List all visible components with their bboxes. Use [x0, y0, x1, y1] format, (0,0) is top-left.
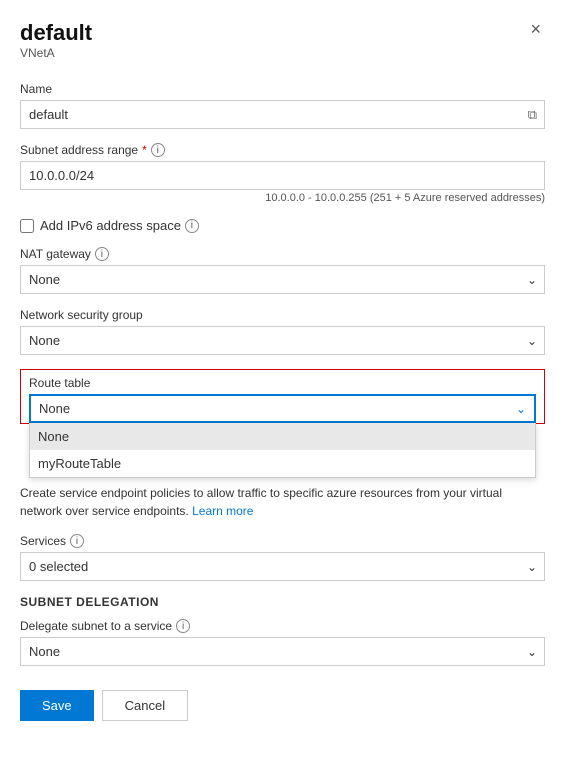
nat-gateway-select-wrapper: None ⌄ [20, 265, 545, 294]
route-table-dropdown-input[interactable]: None ⌄ [29, 394, 536, 423]
ipv6-info-icon[interactable]: i [185, 219, 199, 233]
route-table-chevron-icon: ⌄ [516, 402, 526, 416]
services-label-text: Services [20, 534, 66, 548]
delegate-info-icon[interactable]: i [176, 619, 190, 633]
learn-more-link[interactable]: Learn more [192, 504, 253, 518]
close-button[interactable]: × [526, 20, 545, 38]
delegate-label-text: Delegate subnet to a service [20, 619, 172, 633]
subnet-address-input[interactable] [20, 161, 545, 190]
name-field-group: Name ⧉ [20, 82, 545, 129]
nsg-field-group: Network security group None ⌄ [20, 308, 545, 355]
name-input-wrapper: ⧉ [20, 100, 545, 129]
footer-buttons: Save Cancel [20, 690, 545, 721]
service-endpoints-info: Create service endpoint policies to allo… [20, 484, 545, 520]
subnet-address-label: Subnet address range * i [20, 143, 545, 157]
route-table-section: Route table None ⌄ None myRouteTable [20, 369, 545, 424]
nat-gateway-field-group: NAT gateway i None ⌄ [20, 247, 545, 294]
route-table-selected-value: None [39, 401, 516, 416]
route-table-option-none[interactable]: None [30, 423, 535, 450]
panel-title: default [20, 20, 92, 46]
edit-subnet-panel: default VNetA × Name ⧉ Subnet address ra… [0, 0, 565, 781]
services-select[interactable]: 0 selected [20, 552, 545, 581]
subnet-delegation-heading: SUBNET DELEGATION [20, 595, 545, 609]
ipv6-checkbox-label: Add IPv6 address space i [40, 218, 199, 233]
route-table-label: Route table [29, 376, 536, 390]
services-select-wrapper: 0 selected ⌄ [20, 552, 545, 581]
nat-gateway-select[interactable]: None [20, 265, 545, 294]
nsg-select-wrapper: None ⌄ [20, 326, 545, 355]
subnet-address-field-group: Subnet address range * i 10.0.0.0 - 10.0… [20, 143, 545, 204]
copy-icon[interactable]: ⧉ [528, 107, 537, 123]
save-button[interactable]: Save [20, 690, 94, 721]
services-field-group: Services i 0 selected ⌄ [20, 534, 545, 581]
service-endpoints-text: Create service endpoint policies to allo… [20, 486, 502, 518]
subnet-address-hint: 10.0.0.0 - 10.0.0.255 (251 + 5 Azure res… [20, 192, 545, 204]
services-info-icon[interactable]: i [70, 534, 84, 548]
route-table-dropdown-wrapper: None ⌄ None myRouteTable [29, 394, 536, 423]
nsg-label: Network security group [20, 308, 545, 322]
nat-gateway-label: NAT gateway i [20, 247, 545, 261]
nat-gateway-label-text: NAT gateway [20, 247, 91, 261]
delegate-select-wrapper: None ⌄ [20, 637, 545, 666]
cancel-button[interactable]: Cancel [102, 690, 188, 721]
name-input[interactable] [20, 100, 545, 129]
services-label: Services i [20, 534, 545, 548]
nat-gateway-info-icon[interactable]: i [95, 247, 109, 261]
panel-title-group: default VNetA [20, 20, 92, 78]
subnet-delegation-section: SUBNET DELEGATION Delegate subnet to a s… [20, 595, 545, 666]
subnet-address-info-icon[interactable]: i [151, 143, 165, 157]
name-label: Name [20, 82, 545, 96]
route-table-option-myroutable[interactable]: myRouteTable [30, 450, 535, 477]
panel-subtitle: VNetA [20, 46, 92, 60]
ipv6-checkbox-row: Add IPv6 address space i [20, 218, 545, 233]
delegate-select[interactable]: None [20, 637, 545, 666]
nsg-select[interactable]: None [20, 326, 545, 355]
subnet-address-label-text: Subnet address range [20, 143, 138, 157]
ipv6-label-text: Add IPv6 address space [40, 218, 181, 233]
panel-header: default VNetA × [20, 20, 545, 78]
ipv6-checkbox[interactable] [20, 219, 34, 233]
delegate-label: Delegate subnet to a service i [20, 619, 545, 633]
route-table-dropdown-menu: None myRouteTable [29, 423, 536, 478]
required-indicator: * [142, 143, 147, 157]
